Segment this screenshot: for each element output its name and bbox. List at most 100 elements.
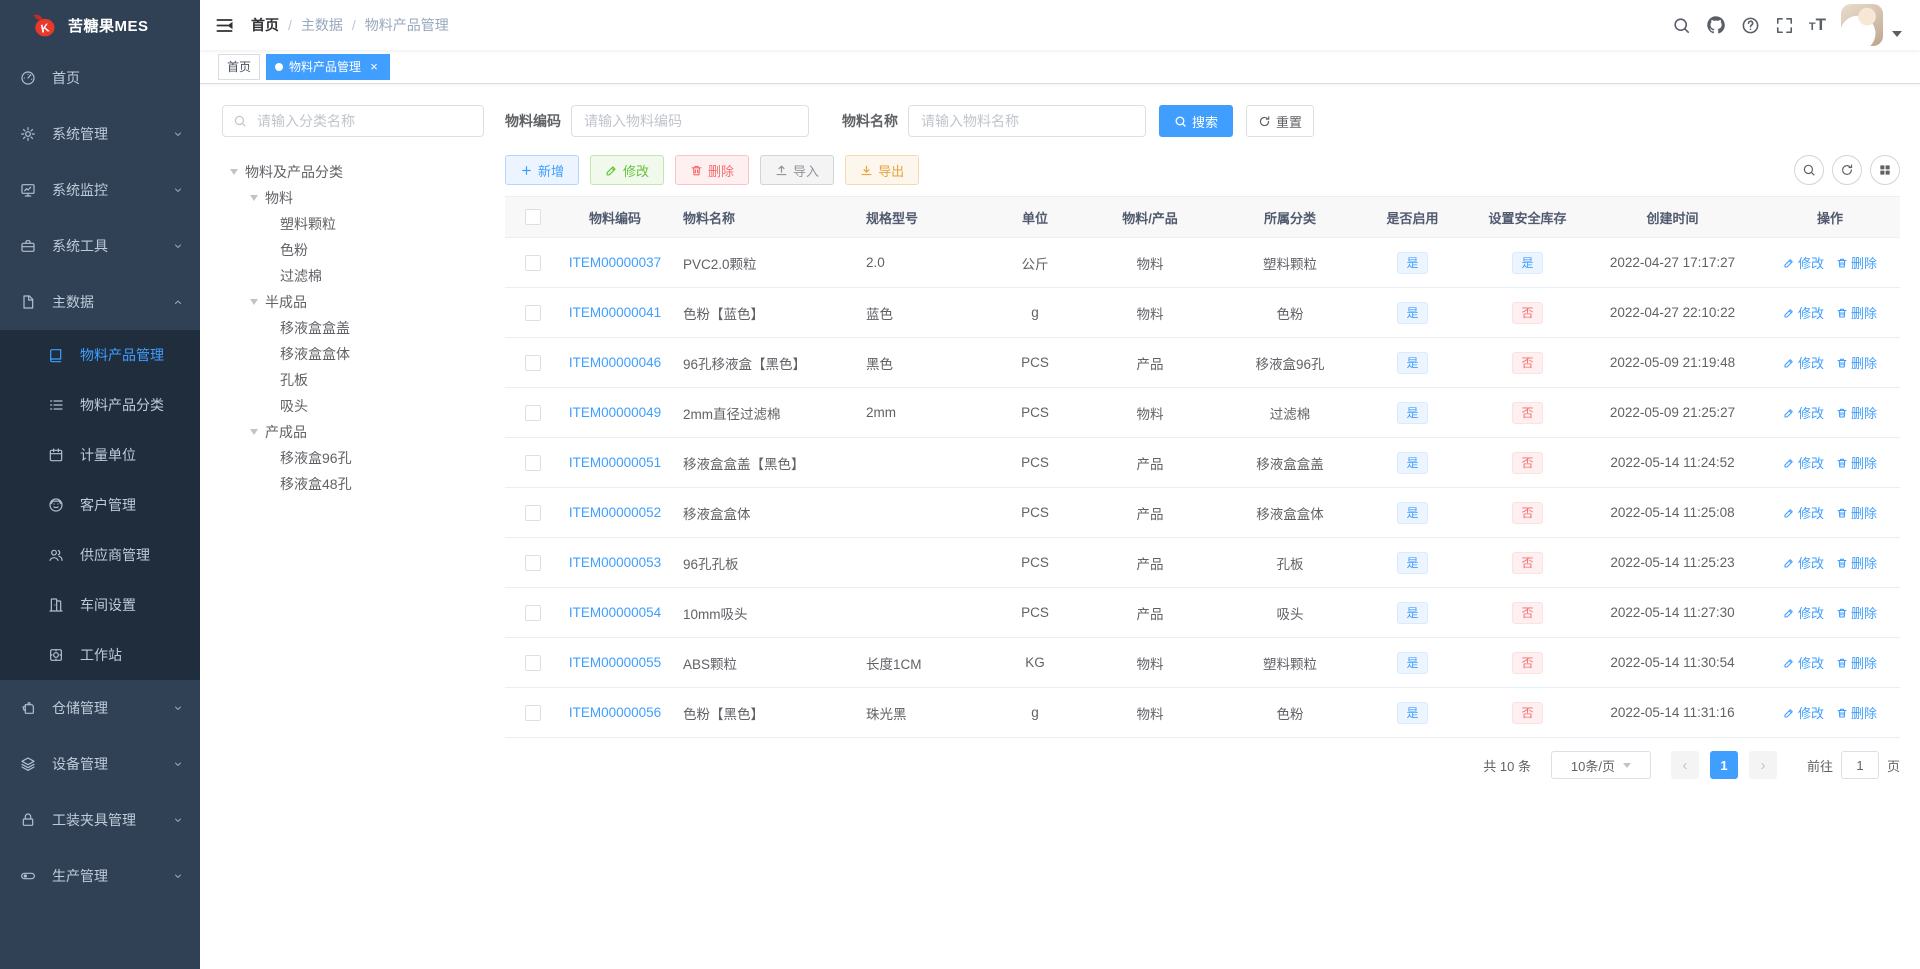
material-code-link[interactable]: ITEM00000052 bbox=[569, 505, 661, 520]
sidebar-item-系统管理[interactable]: 系统管理 bbox=[0, 106, 200, 162]
delete-link[interactable]: 删除 bbox=[1836, 353, 1877, 372]
tree-node-半成品[interactable]: 半成品 bbox=[222, 289, 484, 315]
avatar[interactable] bbox=[1841, 4, 1883, 46]
sidebar-item-主数据[interactable]: 主数据 bbox=[0, 274, 200, 330]
sidebar-item-设备管理[interactable]: 设备管理 bbox=[0, 736, 200, 792]
app-logo[interactable]: K 苦糖果MES bbox=[0, 0, 200, 50]
delete-link[interactable]: 删除 bbox=[1836, 703, 1877, 722]
filter-input-0[interactable] bbox=[571, 105, 809, 137]
material-code-link[interactable]: ITEM00000051 bbox=[569, 455, 661, 470]
导入-button[interactable]: 导入 bbox=[760, 155, 835, 185]
select-all-checkbox[interactable] bbox=[524, 209, 541, 225]
tree-node-吸头[interactable]: 吸头 bbox=[222, 393, 484, 419]
edit-link[interactable]: 修改 bbox=[1783, 653, 1824, 672]
prev-page-button[interactable]: ‹ bbox=[1670, 751, 1699, 779]
row-checkbox[interactable] bbox=[524, 654, 541, 671]
next-page-button[interactable]: › bbox=[1748, 751, 1777, 779]
caret-down-icon[interactable] bbox=[1892, 31, 1902, 37]
material-code-link[interactable]: ITEM00000053 bbox=[569, 555, 661, 570]
sidebar-subitem-供应商管理[interactable]: 供应商管理 bbox=[0, 530, 200, 580]
material-code-link[interactable]: ITEM00000054 bbox=[569, 605, 661, 620]
row-checkbox[interactable] bbox=[524, 454, 541, 471]
tree-node-移液盒48孔[interactable]: 移液盒48孔 bbox=[222, 471, 484, 497]
sidebar-item-仓储管理[interactable]: 仓储管理 bbox=[0, 680, 200, 736]
sidebar-subitem-客户管理[interactable]: 客户管理 bbox=[0, 480, 200, 530]
delete-link[interactable]: 删除 bbox=[1836, 453, 1877, 472]
tab-首页[interactable]: 首页 bbox=[218, 53, 261, 80]
tab-物料产品管理[interactable]: 物料产品管理 × bbox=[266, 53, 391, 80]
font-size-icon[interactable]: TT bbox=[1809, 16, 1826, 34]
row-checkbox[interactable] bbox=[524, 554, 541, 571]
tree-node-移液盒盒体[interactable]: 移液盒盒体 bbox=[222, 341, 484, 367]
material-code-link[interactable]: ITEM00000046 bbox=[569, 355, 661, 370]
edit-link[interactable]: 修改 bbox=[1783, 703, 1824, 722]
goto-page-input[interactable] bbox=[1840, 751, 1879, 779]
category-search-input[interactable] bbox=[255, 112, 473, 130]
tree-expand-icon[interactable] bbox=[230, 169, 238, 175]
sidebar-subitem-物料产品管理[interactable]: 物料产品管理 bbox=[0, 330, 200, 380]
sidebar-item-系统监控[interactable]: 系统监控 bbox=[0, 162, 200, 218]
help-icon[interactable] bbox=[1741, 16, 1760, 35]
edit-link[interactable]: 修改 bbox=[1783, 303, 1824, 322]
新增-button[interactable]: 新增 bbox=[505, 155, 580, 185]
tree-node-过滤棉[interactable]: 过滤棉 bbox=[222, 263, 484, 289]
breadcrumb-item[interactable]: 物料产品管理 bbox=[365, 15, 449, 35]
refresh-circle-button[interactable] bbox=[1832, 155, 1862, 185]
breadcrumb-item[interactable]: 首页 bbox=[251, 15, 279, 35]
tree-node-物料及产品分类[interactable]: 物料及产品分类 bbox=[222, 159, 484, 185]
material-code-link[interactable]: ITEM00000037 bbox=[569, 255, 661, 270]
tree-node-移液盒盒盖[interactable]: 移液盒盒盖 bbox=[222, 315, 484, 341]
edit-link[interactable]: 修改 bbox=[1783, 353, 1824, 372]
edit-link[interactable]: 修改 bbox=[1783, 453, 1824, 472]
sidebar-subitem-计量单位[interactable]: 计量单位 bbox=[0, 430, 200, 480]
sidebar-subitem-物料产品分类[interactable]: 物料产品分类 bbox=[0, 380, 200, 430]
tree-node-移液盒96孔[interactable]: 移液盒96孔 bbox=[222, 445, 484, 471]
delete-link[interactable]: 删除 bbox=[1836, 653, 1877, 672]
delete-link[interactable]: 删除 bbox=[1836, 403, 1877, 422]
edit-link[interactable]: 修改 bbox=[1783, 403, 1824, 422]
删除-button[interactable]: 删除 bbox=[675, 155, 750, 185]
search-icon[interactable] bbox=[1672, 16, 1691, 35]
delete-link[interactable]: 删除 bbox=[1836, 253, 1877, 272]
tree-node-物料[interactable]: 物料 bbox=[222, 185, 484, 211]
delete-link[interactable]: 删除 bbox=[1836, 553, 1877, 572]
row-checkbox[interactable] bbox=[524, 254, 541, 271]
reset-button[interactable]: 重置 bbox=[1246, 105, 1314, 137]
hamburger-icon[interactable] bbox=[215, 16, 234, 35]
tree-node-孔板[interactable]: 孔板 bbox=[222, 367, 484, 393]
tree-expand-icon[interactable] bbox=[250, 429, 258, 435]
page-size-select[interactable]: 10条/页 bbox=[1550, 751, 1651, 779]
delete-link[interactable]: 删除 bbox=[1836, 303, 1877, 322]
edit-link[interactable]: 修改 bbox=[1783, 503, 1824, 522]
row-checkbox[interactable] bbox=[524, 504, 541, 521]
sidebar-item-生产管理[interactable]: 生产管理 bbox=[0, 848, 200, 904]
tree-node-塑料颗粒[interactable]: 塑料颗粒 bbox=[222, 211, 484, 237]
tree-expand-icon[interactable] bbox=[250, 299, 258, 305]
page-number-button[interactable]: 1 bbox=[1709, 751, 1738, 779]
row-checkbox[interactable] bbox=[524, 304, 541, 321]
tree-expand-icon[interactable] bbox=[250, 195, 258, 201]
close-icon[interactable]: × bbox=[367, 60, 381, 74]
fullscreen-icon[interactable] bbox=[1775, 16, 1794, 35]
grid-circle-button[interactable] bbox=[1870, 155, 1900, 185]
delete-link[interactable]: 删除 bbox=[1836, 503, 1877, 522]
sidebar-subitem-车间设置[interactable]: 车间设置 bbox=[0, 580, 200, 630]
row-checkbox[interactable] bbox=[524, 704, 541, 721]
sidebar-item-首页[interactable]: 首页 bbox=[0, 50, 200, 106]
修改-button[interactable]: 修改 bbox=[590, 155, 665, 185]
sidebar-subitem-工作站[interactable]: 工作站 bbox=[0, 630, 200, 680]
search-button[interactable]: 搜索 bbox=[1159, 105, 1233, 137]
filter-input-1[interactable] bbox=[908, 105, 1146, 137]
导出-button[interactable]: 导出 bbox=[845, 155, 920, 185]
sidebar-item-系统工具[interactable]: 系统工具 bbox=[0, 218, 200, 274]
github-icon[interactable] bbox=[1706, 15, 1726, 35]
row-checkbox[interactable] bbox=[524, 404, 541, 421]
tree-node-产成品[interactable]: 产成品 bbox=[222, 419, 484, 445]
material-code-link[interactable]: ITEM00000049 bbox=[569, 405, 661, 420]
row-checkbox[interactable] bbox=[524, 354, 541, 371]
material-code-link[interactable]: ITEM00000041 bbox=[569, 305, 661, 320]
delete-link[interactable]: 删除 bbox=[1836, 603, 1877, 622]
edit-link[interactable]: 修改 bbox=[1783, 553, 1824, 572]
sidebar-item-工装夹具管理[interactable]: 工装夹具管理 bbox=[0, 792, 200, 848]
material-code-link[interactable]: ITEM00000055 bbox=[569, 655, 661, 670]
